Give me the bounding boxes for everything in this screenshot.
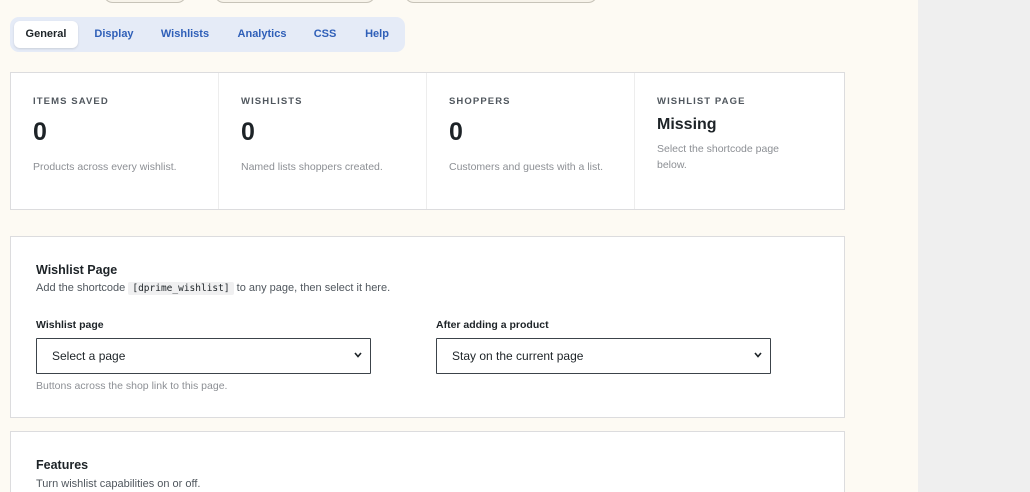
subtitle-text: to any page, then select it here.	[236, 282, 391, 294]
card-title: Wishlist Page	[36, 263, 118, 277]
stat-description: Select the shortcode page below.	[657, 143, 780, 171]
stat-label: SHOPPERS	[449, 96, 511, 107]
chevron-down-icon	[754, 352, 762, 358]
stat-value: 0	[241, 118, 255, 146]
tab-analytics[interactable]: Analytics	[229, 21, 295, 48]
subtitle-text: Add the shortcode	[36, 282, 126, 294]
field-hint: Buttons across the shop link to this pag…	[36, 380, 228, 392]
features-card: Features Turn wishlist capabilities on o…	[10, 431, 845, 492]
stat-label: WISHLISTS	[241, 96, 303, 107]
after-adding-select[interactable]: Stay on the current page	[436, 338, 771, 374]
stat-label: ITEMS SAVED	[33, 96, 109, 107]
chevron-down-icon	[354, 352, 362, 358]
stat-value: 0	[449, 118, 463, 146]
settings-main: General Display Wishlists Analytics CSS …	[0, 0, 918, 492]
settings-tabs: General Display Wishlists Analytics CSS …	[10, 17, 405, 52]
stat-shoppers: SHOPPERS 0 Customers and guests with a l…	[427, 73, 635, 209]
card-title: Features	[36, 458, 89, 472]
stat-value: Missing	[657, 116, 717, 133]
top-button-stub[interactable]	[214, 0, 376, 3]
stat-description: Products across every wishlist.	[33, 161, 177, 173]
stat-wishlists: WISHLISTS 0 Named lists shoppers created…	[219, 73, 427, 209]
shortcode-code: [dprime_wishlist]	[128, 282, 234, 295]
tab-css[interactable]: CSS	[306, 21, 344, 48]
top-button-stub[interactable]	[404, 0, 598, 3]
stats-panel: ITEMS SAVED 0 Products across every wish…	[10, 72, 845, 210]
tab-help[interactable]: Help	[357, 21, 397, 48]
after-adding-label: After adding a product	[436, 319, 549, 331]
tab-display[interactable]: Display	[86, 21, 142, 48]
select-value: Stay on the current page	[452, 349, 584, 363]
stat-value: 0	[33, 118, 47, 146]
stat-items-saved: ITEMS SAVED 0 Products across every wish…	[11, 73, 219, 209]
top-button-stub[interactable]	[103, 0, 187, 3]
stat-wishlist-page: WISHLIST PAGE Missing Select the shortco…	[635, 73, 844, 209]
stat-label: WISHLIST PAGE	[657, 96, 746, 107]
wishlist-page-label: Wishlist page	[36, 319, 104, 331]
select-value: Select a page	[52, 349, 126, 363]
wishlist-page-card: Wishlist Page Add the shortcode [dprime_…	[10, 236, 845, 418]
card-subtitle: Turn wishlist capabilities on or off.	[36, 478, 201, 490]
wishlist-page-select[interactable]: Select a page	[36, 338, 371, 374]
stat-description: Customers and guests with a list.	[449, 161, 604, 173]
tab-general[interactable]: General	[14, 21, 78, 48]
card-subtitle: Add the shortcode [dprime_wishlist] to a…	[36, 282, 391, 295]
stat-description: Named lists shoppers created.	[241, 161, 383, 173]
tab-wishlists[interactable]: Wishlists	[153, 21, 217, 48]
